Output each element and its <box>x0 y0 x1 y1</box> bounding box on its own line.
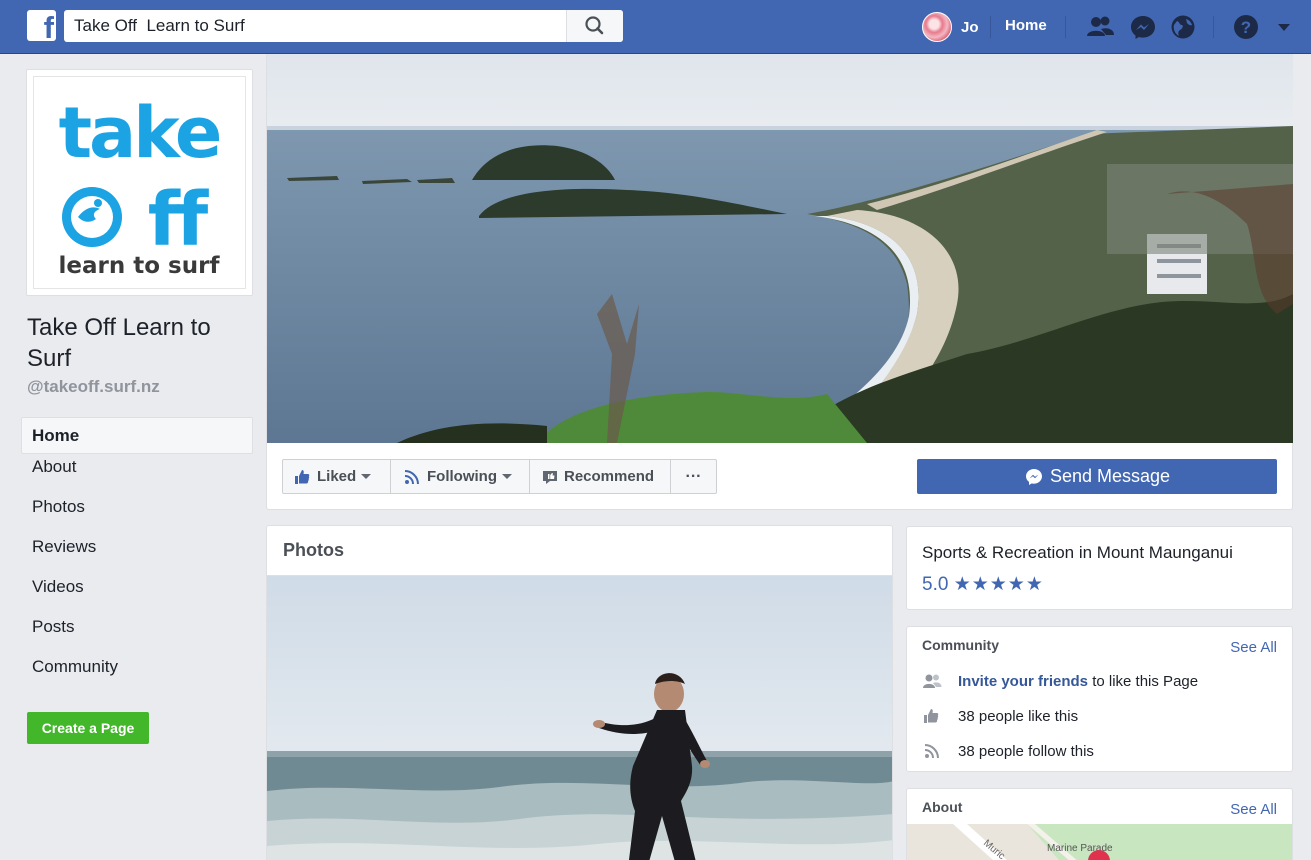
community-card: Community See All Invite your friends to… <box>906 626 1293 772</box>
friend-requests-icon[interactable] <box>1085 13 1115 41</box>
recommend-icon <box>543 470 557 484</box>
messenger-icon <box>1025 468 1042 485</box>
sidebar-item-home[interactable]: Home <box>21 417 253 454</box>
rating-stars-icon: ★★★★★ <box>953 574 1044 595</box>
svg-text:ff: ff <box>148 177 209 263</box>
likes-count-row: 38 people like this <box>922 705 1078 727</box>
facebook-logo-icon[interactable]: f <box>27 10 56 41</box>
about-card: About See All Muric Marine Parade <box>906 788 1293 860</box>
divider <box>1065 16 1066 38</box>
top-navigation-bar: f Jo Home ? <box>0 0 1311 54</box>
following-button[interactable]: Following <box>390 459 530 494</box>
page-title[interactable]: Take Off Learn to Surf <box>27 312 247 374</box>
sidebar-item-reviews[interactable]: Reviews <box>21 537 253 574</box>
sidebar-item-community[interactable]: Community <box>21 657 253 694</box>
create-page-button[interactable]: Create a Page <box>27 712 149 744</box>
photo-thumbnail[interactable] <box>267 575 892 860</box>
page-logo: take ff learn to surf <box>33 76 246 289</box>
page-info-card: Sports & Recreation in Mount Maunganui 5… <box>906 526 1293 610</box>
divider <box>1213 16 1214 38</box>
photos-card: Photos <box>266 525 893 860</box>
invite-friends-text: to like this Page <box>1088 672 1199 690</box>
svg-text:take: take <box>59 92 220 174</box>
messenger-icon[interactable] <box>1128 13 1158 41</box>
recommend-label: Recommend <box>564 468 655 485</box>
caret-down-icon <box>361 473 372 479</box>
search-bar <box>64 10 623 42</box>
community-title: Community <box>922 637 999 653</box>
rss-follow-icon <box>404 469 419 484</box>
liked-label: Liked <box>317 468 357 485</box>
svg-text:?: ? <box>1241 18 1251 37</box>
sidebar-item-photos[interactable]: Photos <box>21 497 253 534</box>
search-button[interactable] <box>566 10 623 42</box>
page-username[interactable]: @takeoff.surf.nz <box>27 377 160 397</box>
cover-photo[interactable] <box>267 54 1293 443</box>
help-icon[interactable]: ? <box>1231 13 1261 41</box>
search-input[interactable] <box>64 10 566 42</box>
chevron-down-icon[interactable] <box>1272 13 1296 41</box>
page-category[interactable]: Sports & Recreation in Mount Maunganui <box>922 543 1233 563</box>
avatar <box>922 12 952 42</box>
rss-follow-icon <box>924 744 939 759</box>
more-options-button[interactable]: ··· <box>670 459 717 494</box>
thumbs-up-icon <box>924 709 939 723</box>
send-message-label: Send Message <box>1049 466 1171 486</box>
friends-icon <box>923 674 942 688</box>
sidebar-item-videos[interactable]: Videos <box>21 577 253 614</box>
send-message-button[interactable]: Send Message <box>917 459 1277 494</box>
invite-friends-row: Invite your friends to like this Page <box>922 670 1198 692</box>
rating[interactable]: 5.0 ★★★★★ <box>922 573 1044 596</box>
sidebar-item-posts[interactable]: Posts <box>21 617 253 654</box>
photos-card-title[interactable]: Photos <box>283 540 344 561</box>
likes-count: 38 people like this <box>958 707 1079 725</box>
sidebar-item-about[interactable]: About <box>21 457 253 494</box>
invite-friends-link[interactable]: Invite your friends <box>958 673 1088 690</box>
community-see-all-link[interactable]: See All <box>1230 639 1277 656</box>
about-see-all-link[interactable]: See All <box>1230 801 1277 818</box>
about-title: About <box>922 799 963 815</box>
follows-count-row: 38 people follow this <box>922 740 1094 762</box>
location-map[interactable]: Muric Marine Parade <box>907 824 1292 860</box>
notifications-globe-icon[interactable] <box>1168 13 1198 41</box>
page-sidebar-nav: Home About Photos Reviews Videos Posts C… <box>21 417 253 697</box>
following-label: Following <box>427 468 497 485</box>
home-link[interactable]: Home <box>1005 17 1047 34</box>
recommend-button[interactable]: Recommend <box>529 459 671 494</box>
follows-count: 38 people follow this <box>958 742 1094 760</box>
svg-text:learn to surf: learn to surf <box>59 253 221 279</box>
profile-link[interactable]: Jo <box>922 11 979 43</box>
profile-picture[interactable]: take ff learn to surf <box>26 69 253 296</box>
user-name: Jo <box>961 18 979 36</box>
caret-down-icon <box>501 473 512 479</box>
search-icon <box>585 16 604 35</box>
rating-value: 5.0 <box>922 574 949 595</box>
liked-button[interactable]: Liked <box>282 459 391 494</box>
thumbs-up-icon <box>295 469 310 484</box>
divider <box>990 16 991 38</box>
cover-section <box>266 54 1293 510</box>
